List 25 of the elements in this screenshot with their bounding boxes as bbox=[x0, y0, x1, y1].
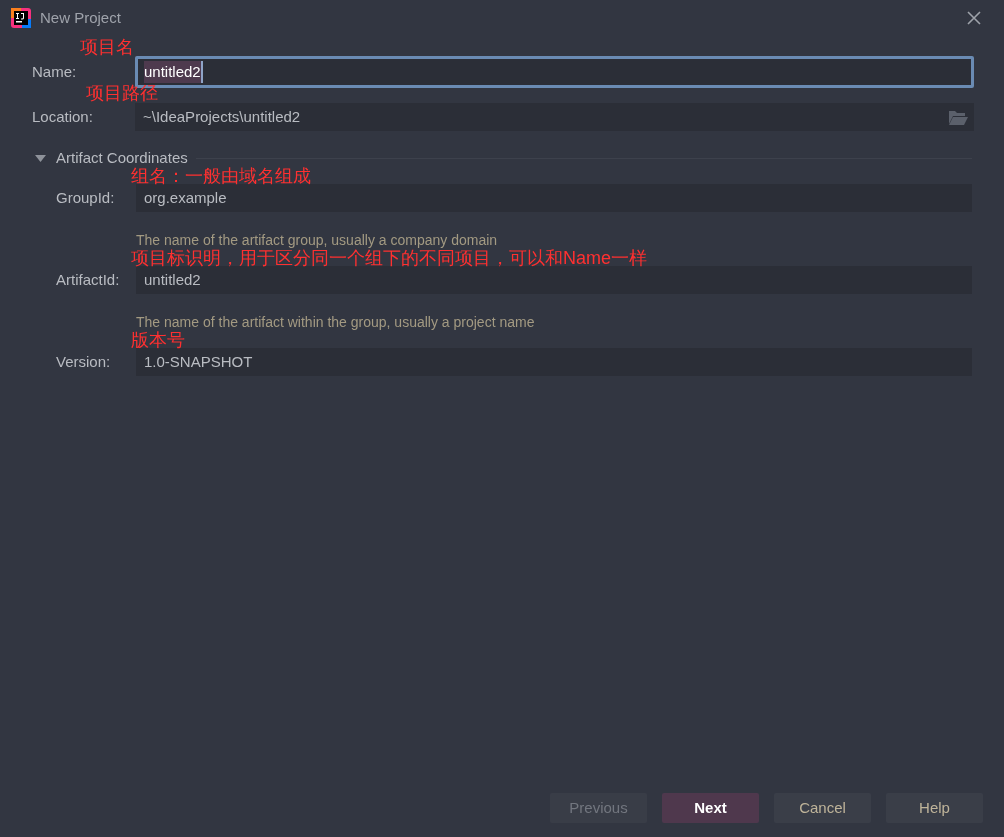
annotation-text: 版本号 bbox=[131, 330, 185, 350]
field-label: GroupId: bbox=[56, 187, 116, 208]
input-field[interactable]: untitled2 bbox=[136, 266, 972, 294]
close-icon bbox=[967, 11, 981, 25]
field-label: Version: bbox=[56, 351, 112, 372]
hint-text: The name of the artifact group, usually a company domain bbox=[136, 230, 498, 249]
input-field[interactable]: ~\IdeaProjects\untitled2 bbox=[135, 103, 974, 131]
folder-icon[interactable] bbox=[949, 109, 968, 125]
close-button[interactable] bbox=[966, 10, 982, 26]
field-label: ArtifactId: bbox=[56, 269, 121, 290]
input-field[interactable]: 1.0-SNAPSHOT bbox=[136, 348, 972, 376]
window-title: New Project bbox=[40, 7, 121, 28]
input-field[interactable]: org.example bbox=[136, 184, 972, 212]
hint-text: The name of the artifact within the group, usually a project name bbox=[136, 312, 535, 331]
field-label: Name: bbox=[32, 61, 78, 82]
dialog-button[interactable]: Next bbox=[662, 793, 759, 823]
dialog-button[interactable]: Cancel bbox=[774, 793, 871, 823]
annotation-text: 组名：一般由域名组成 bbox=[131, 166, 311, 186]
collapse-icon bbox=[35, 154, 46, 162]
annotation-text: 项目标识明，用于区分同一个组下的不同项目，可以和Name一样 bbox=[131, 248, 647, 268]
annotation-text: 项目名 bbox=[80, 37, 134, 57]
section-title: Artifact Coordinates bbox=[56, 147, 188, 167]
dialog-button[interactable]: Help bbox=[886, 793, 983, 823]
app-icon bbox=[10, 7, 32, 29]
field-label: Location: bbox=[32, 106, 94, 127]
